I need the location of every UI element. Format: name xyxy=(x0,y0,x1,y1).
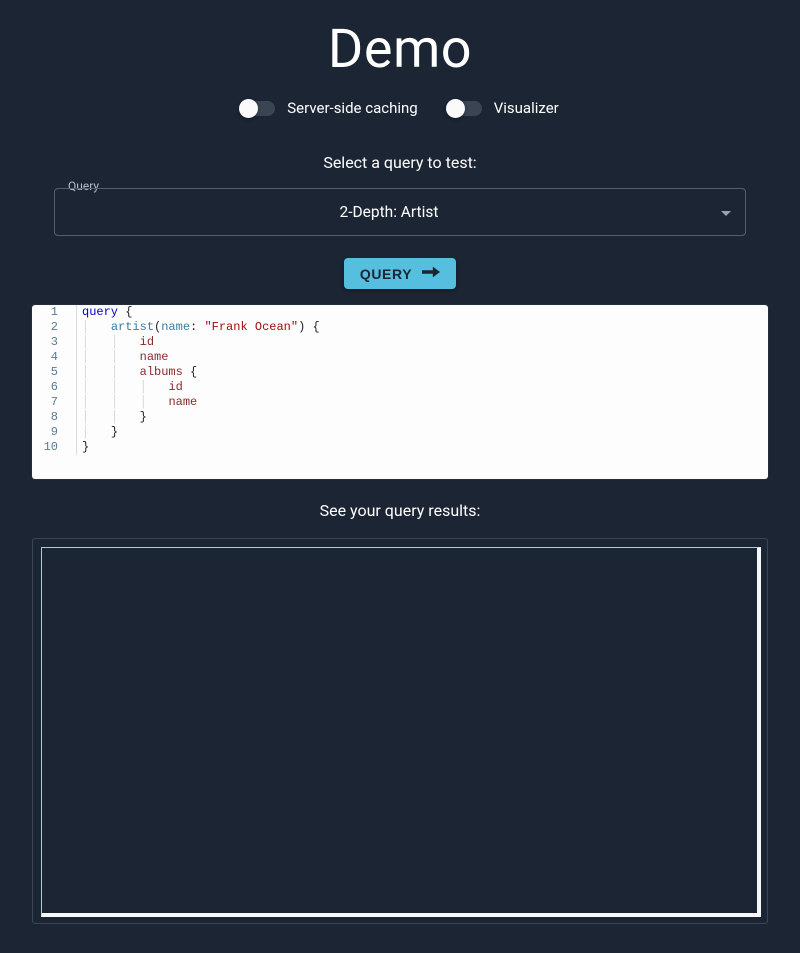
line-number: 2 xyxy=(32,320,76,335)
line-number: 6 xyxy=(32,380,76,395)
code-line: 6│ │ │ id xyxy=(32,380,768,395)
toggle-visualizer: Visualizer xyxy=(448,99,559,117)
results-viewport[interactable] xyxy=(41,547,761,917)
toggle-row: Server-side caching Visualizer xyxy=(0,99,800,117)
code-line: 7│ │ │ name xyxy=(32,395,768,410)
code-content: } xyxy=(76,440,768,455)
line-number: 4 xyxy=(32,350,76,365)
code-content: │ │ │ name xyxy=(76,395,768,410)
switch-thumb-icon xyxy=(239,99,258,118)
query-select[interactable]: 2-Depth: Artist xyxy=(54,188,746,236)
query-button-label: QUERY xyxy=(360,266,412,282)
switch-thumb-icon xyxy=(446,99,465,118)
code-content: │ artist(name: "Frank Ocean") { xyxy=(76,320,768,335)
results-panel xyxy=(32,538,768,924)
code-content: │ │ } xyxy=(76,410,768,425)
visualizer-switch[interactable] xyxy=(448,101,482,116)
code-content: │ │ name xyxy=(76,350,768,365)
code-content: │ │ albums { xyxy=(76,365,768,380)
code-editor[interactable]: 1query {2│ artist(name: "Frank Ocean") {… xyxy=(32,305,768,479)
code-line: 5│ │ albums { xyxy=(32,365,768,380)
code-line: 3│ │ id xyxy=(32,335,768,350)
code-line: 8│ │ } xyxy=(32,410,768,425)
query-select-field: Query 2-Depth: Artist xyxy=(54,188,746,236)
server-caching-switch[interactable] xyxy=(241,101,275,116)
code-line: 10} xyxy=(32,440,768,455)
results-heading: See your query results: xyxy=(0,501,800,520)
query-button[interactable]: QUERY xyxy=(344,258,456,289)
line-number: 9 xyxy=(32,425,76,440)
line-number: 7 xyxy=(32,395,76,410)
code-line: 4│ │ name xyxy=(32,350,768,365)
code-content: │ │ │ id xyxy=(76,380,768,395)
code-content: query { xyxy=(76,305,768,320)
line-number: 1 xyxy=(32,305,76,320)
toggle-server-caching: Server-side caching xyxy=(241,99,417,117)
code-line: 1query { xyxy=(32,305,768,320)
visualizer-label: Visualizer xyxy=(494,99,559,117)
arrow-right-icon xyxy=(422,265,440,282)
chevron-down-icon xyxy=(721,203,731,221)
line-number: 3 xyxy=(32,335,76,350)
code-line: 2│ artist(name: "Frank Ocean") { xyxy=(32,320,768,335)
code-line: 9│ } xyxy=(32,425,768,440)
code-content: │ } xyxy=(76,425,768,440)
line-number: 5 xyxy=(32,365,76,380)
line-number: 10 xyxy=(32,440,76,455)
query-select-value: 2-Depth: Artist xyxy=(340,203,439,221)
code-content: │ │ id xyxy=(76,335,768,350)
server-caching-label: Server-side caching xyxy=(287,99,417,117)
line-number: 8 xyxy=(32,410,76,425)
page-title: Demo xyxy=(0,18,800,81)
query-select-prompt: Select a query to test: xyxy=(0,153,800,172)
